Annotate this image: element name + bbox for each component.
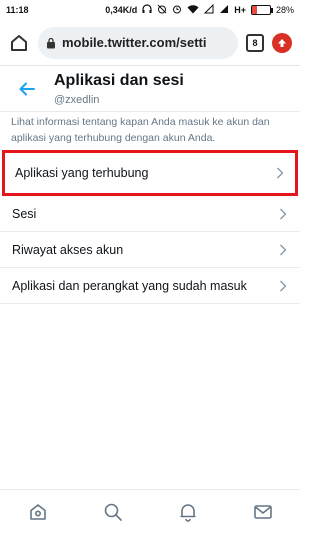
alarm-off-icon: [157, 4, 167, 16]
nav-messages-button[interactable]: [243, 492, 283, 532]
page-description: Lihat informasi tentang kapan Anda masuk…: [11, 116, 270, 144]
home-icon: [11, 34, 27, 51]
tab-count: 8: [252, 37, 258, 48]
settings-menu: Aplikasi yang terhubung Sesi Riwayat aks…: [0, 150, 300, 304]
chevron-right-icon: [278, 279, 288, 293]
menu-item-label: Sesi: [12, 206, 37, 221]
battery-fill: [251, 6, 258, 14]
page-header: Aplikasi dan sesi @zxedlin: [0, 66, 300, 112]
tab-switcher-button[interactable]: 8: [246, 33, 264, 52]
status-time: 11:18: [6, 5, 29, 15]
menu-item-label: Riwayat akses akun: [12, 242, 124, 257]
battery-percent: 28%: [275, 5, 294, 15]
home-icon: [29, 503, 46, 520]
menu-item-access-history[interactable]: Riwayat akses akun: [0, 232, 300, 268]
chevron-right-icon: [278, 207, 288, 221]
status-indicators: 0,34K/d H+ 28%: [105, 3, 294, 16]
wifi-icon: [187, 4, 199, 16]
chevron-right-icon: [278, 243, 288, 257]
alarm-icon: [172, 4, 182, 16]
header-texts: Aplikasi dan sesi @zxedlin: [54, 71, 184, 107]
chevron-right-icon: [275, 166, 285, 180]
nav-home-button[interactable]: [18, 492, 58, 532]
network-type: H+: [234, 5, 246, 15]
url-text[interactable]: mobile.twitter.com/setti: [62, 35, 206, 50]
lock-icon: [47, 37, 55, 48]
arrow-up-icon: [278, 38, 286, 47]
envelope-icon: [253, 504, 272, 519]
back-button[interactable]: [0, 66, 54, 112]
bottom-nav: [0, 489, 300, 533]
search-icon: [104, 503, 122, 521]
signal-icon: [219, 4, 229, 16]
browser-toolbar: mobile.twitter.com/setti 8: [0, 20, 300, 66]
headphones-icon: [142, 4, 152, 16]
menu-item-connected-apps[interactable]: Aplikasi yang terhubung: [2, 150, 298, 196]
bell-icon: [180, 503, 195, 522]
page-subtitle: @zxedlin: [54, 93, 100, 106]
battery-icon: [250, 5, 271, 15]
menu-item-sessions[interactable]: Sesi: [0, 196, 300, 232]
status-bar: 11:18 0,34K/d H+ 28%: [0, 0, 300, 20]
battery-indicator: 28%: [250, 5, 294, 15]
nav-search-button[interactable]: [93, 492, 133, 532]
menu-item-label: Aplikasi dan perangkat yang sudah masuk: [12, 278, 247, 293]
browser-home-button[interactable]: [8, 32, 30, 54]
nav-notifications-button[interactable]: [168, 492, 208, 532]
sim-no-signal-icon: [204, 3, 214, 16]
menu-item-logged-in-devices[interactable]: Aplikasi dan perangkat yang sudah masuk: [0, 268, 300, 304]
network-speed: 0,34K/d: [105, 5, 138, 15]
battery-tip: [270, 7, 273, 13]
page-title: Aplikasi dan sesi: [54, 71, 184, 89]
url-bar[interactable]: mobile.twitter.com/setti: [38, 26, 238, 59]
browser-update-button[interactable]: [272, 32, 292, 53]
menu-item-label: Aplikasi yang terhubung: [15, 166, 149, 180]
back-arrow-icon: [19, 82, 35, 95]
